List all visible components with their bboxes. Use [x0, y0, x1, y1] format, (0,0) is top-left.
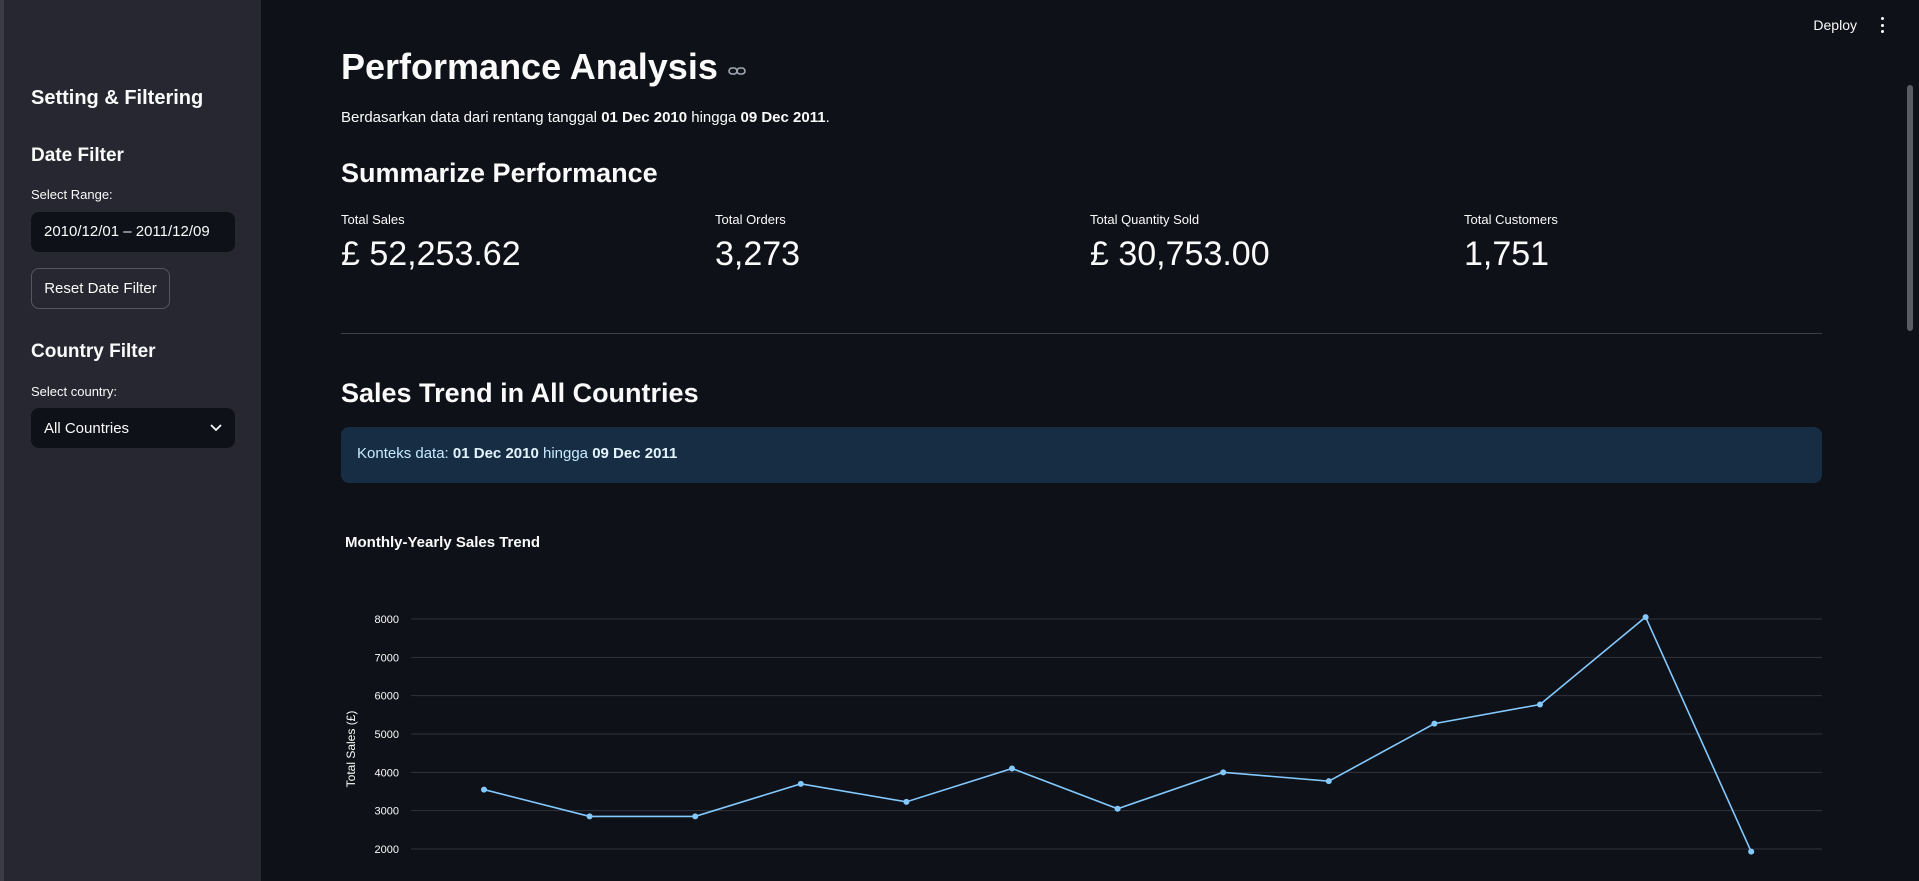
summary-heading: Summarize Performance: [341, 158, 658, 188]
link-icon[interactable]: [728, 65, 746, 77]
info-box: Konteks data: 01 Dec 2010 hingga 09 Dec …: [341, 427, 1822, 483]
y-tick-label: 8000: [375, 614, 399, 626]
data-point[interactable]: [1325, 778, 1332, 785]
page-title-text: Performance Analysis: [341, 46, 718, 87]
sidebar: Setting & Filtering Date Filter Select R…: [0, 0, 261, 881]
metric-total-customers: Total Customers 1,751: [1464, 212, 1558, 274]
metric-total-quantity: Total Quantity Sold £ 30,753.00: [1090, 212, 1270, 274]
y-tick-label: 7000: [375, 652, 399, 664]
data-point[interactable]: [1537, 701, 1543, 708]
date-filter-heading: Date Filter: [31, 145, 124, 166]
data-point[interactable]: [1114, 805, 1121, 812]
reset-date-filter-button[interactable]: Reset Date Filter: [31, 268, 170, 309]
metric-value: £ 52,253.62: [341, 235, 521, 273]
data-point[interactable]: [1009, 765, 1015, 772]
sales-trend-heading: Sales Trend in All Countries: [341, 378, 699, 408]
divider: [341, 333, 1822, 334]
metric-label: Total Sales: [341, 212, 405, 227]
date-range-label: Select Range:: [31, 187, 113, 202]
deploy-button[interactable]: Deploy: [1813, 17, 1857, 33]
metric-total-sales: Total Sales £ 52,253.62: [341, 212, 521, 274]
chart-title: Monthly-Yearly Sales Trend: [345, 534, 541, 551]
metric-value: 3,273: [715, 235, 801, 273]
country-select-value: All Countries: [44, 419, 130, 437]
metric-label: Total Orders: [715, 212, 786, 227]
sidebar-title: Setting & Filtering: [31, 87, 204, 109]
data-point[interactable]: [903, 798, 910, 805]
page-title: Performance Analysis: [341, 46, 746, 88]
app-window: Setting & Filtering Date Filter Select R…: [0, 0, 1919, 881]
y-tick-label: 2000: [375, 844, 399, 856]
kebab-menu-icon[interactable]: [1879, 17, 1885, 33]
data-point[interactable]: [797, 780, 804, 787]
country-select[interactable]: All Countries: [31, 408, 235, 448]
data-point[interactable]: [692, 813, 699, 820]
data-point[interactable]: [1431, 720, 1438, 727]
y-tick-label: 3000: [375, 806, 399, 818]
data-point[interactable]: [1220, 769, 1227, 776]
y-axis-label: Total Sales (£): [344, 711, 358, 788]
metric-value: 1,751: [1464, 235, 1550, 273]
y-tick-label: 6000: [375, 691, 399, 703]
metric-label: Total Quantity Sold: [1090, 212, 1200, 227]
metric-label: Total Customers: [1464, 212, 1558, 227]
date-range-description: Berdasarkan data dari rentang tanggal 01…: [341, 109, 830, 126]
chevron-down-icon: [210, 424, 222, 432]
top-toolbar: Deploy: [1719, 0, 1919, 50]
metric-total-orders: Total Orders 3,273: [715, 212, 800, 274]
y-tick-label: 4000: [375, 767, 399, 779]
sales-trend-chart: 2000 3000 4000 5000 6000 7000 8000 Total Sales …: [344, 614, 1822, 856]
country-filter-heading: Country Filter: [31, 341, 156, 362]
data-point[interactable]: [481, 786, 487, 793]
y-tick-label: 5000: [375, 729, 399, 741]
data-point[interactable]: [1748, 848, 1755, 855]
country-select-label: Select country:: [31, 384, 117, 399]
scrollbar[interactable]: [1907, 85, 1913, 331]
date-range-input[interactable]: 2010/12/01 – 2011/12/09: [31, 212, 235, 252]
metric-value: £ 30,753.00: [1090, 235, 1270, 273]
data-point[interactable]: [1642, 614, 1649, 621]
data-point[interactable]: [586, 813, 593, 820]
